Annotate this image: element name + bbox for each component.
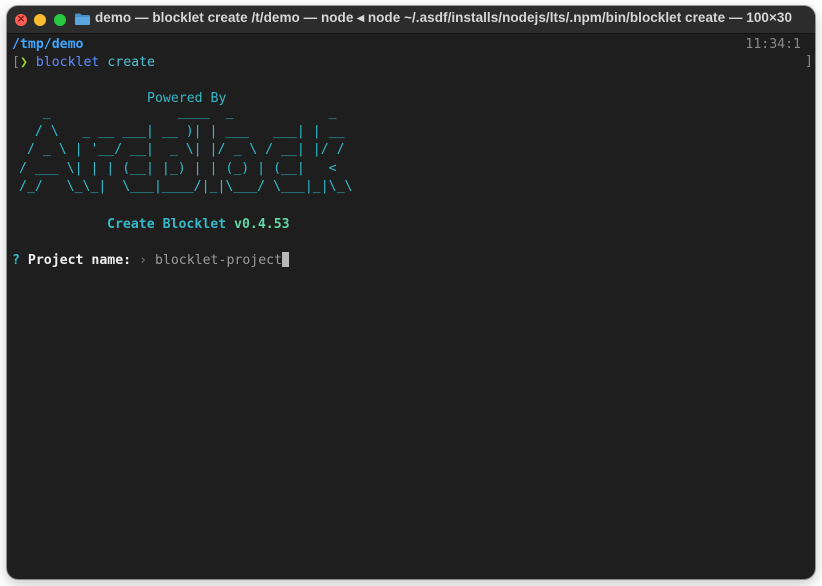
prompt-left-bracket: [ [12, 55, 20, 70]
title-bar[interactable]: demo — blocklet create /t/demo — node ◂ … [7, 6, 815, 34]
project-name-label: Project name: [27, 253, 132, 268]
prompt-right-bracket: ] [805, 54, 813, 69]
command-argument: create [107, 55, 155, 70]
project-name-prompt[interactable]: ? Project name: › blocklet-project [12, 252, 290, 270]
terminal-content[interactable]: /tmp/demo 11:34:1 [❯ blocklet create ] P… [7, 34, 815, 579]
text-cursor [282, 252, 290, 267]
minimize-button[interactable] [34, 14, 46, 26]
prompt-chevron-icon: ❯ [19, 55, 28, 70]
arcblock-ascii-logo: _ ____ _ _ / \ _ __ ___| __ )| | ___ ___… [19, 105, 353, 194]
folder-icon [75, 13, 90, 25]
current-directory: /tmp/demo [12, 37, 84, 52]
clock: 11:34:1 [745, 37, 801, 52]
close-button[interactable] [15, 12, 27, 26]
project-name-input[interactable]: blocklet-project [155, 253, 282, 268]
command-name: blocklet [35, 55, 100, 70]
prompt-arrow-icon: › [139, 253, 148, 268]
create-blocklet-banner: Create Blocklet v0.4.53 [107, 216, 290, 234]
window-title: demo — blocklet create /t/demo — node ◂ … [95, 10, 793, 25]
terminal-window: demo — blocklet create /t/demo — node ◂ … [7, 6, 815, 579]
question-mark-icon: ? [12, 253, 20, 268]
shell-prompt: [❯ blocklet create [12, 54, 155, 72]
create-blocklet-label: Create Blocklet [107, 217, 235, 232]
maximize-button[interactable] [54, 14, 66, 26]
version-number: v0.4.53 [234, 217, 290, 232]
